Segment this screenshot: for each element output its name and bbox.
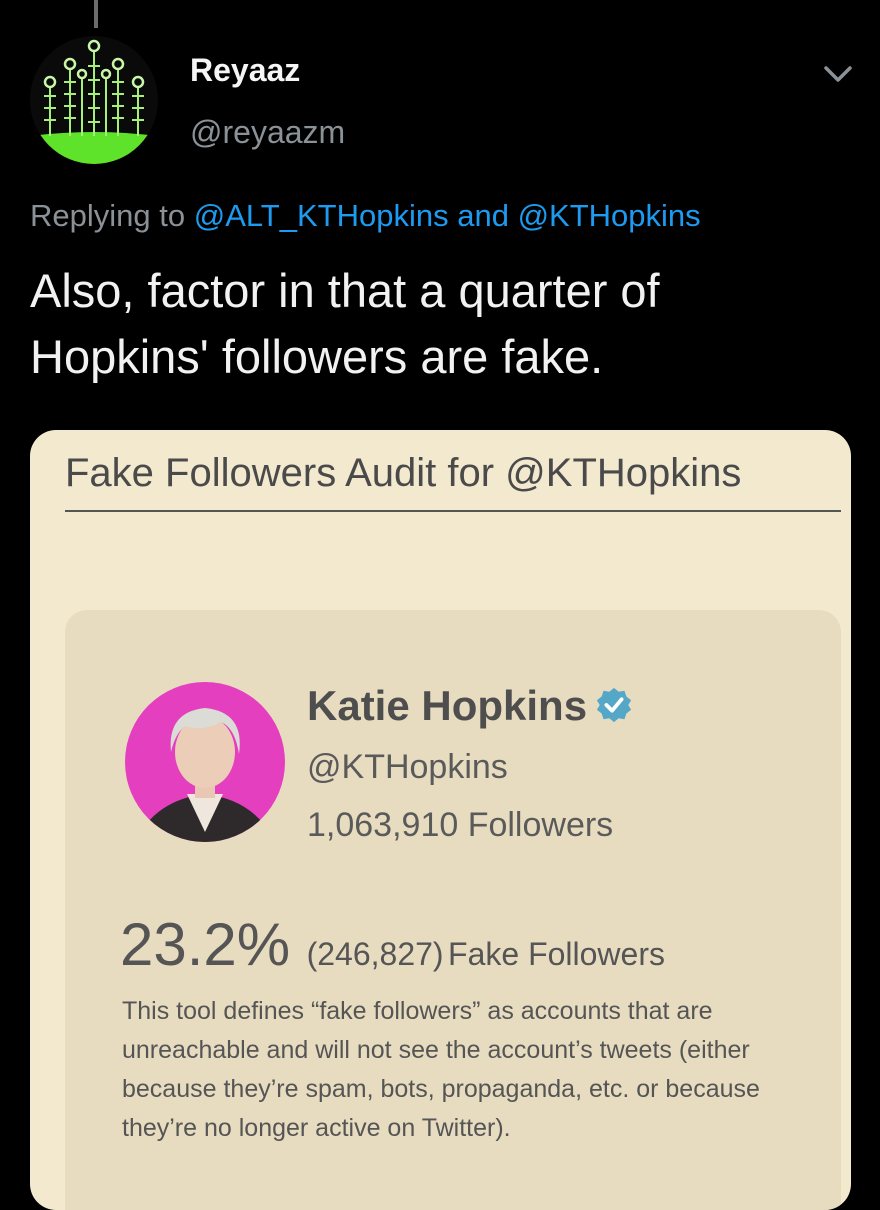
replying-to-line: Replying to @ALT_KTHopkins and @KTHopkin… (30, 198, 701, 234)
thread-connector-line (94, 0, 98, 28)
tweet-text: Also, factor in that a quarter of Hopkin… (30, 264, 660, 383)
profile-followers-count: 1,063,910 Followers (307, 806, 614, 844)
fake-followers-definition: This tool defines “fake followers” as ac… (122, 997, 760, 1142)
author-name[interactable]: Reyaaz (190, 52, 300, 89)
fake-label: Fake Followers (448, 936, 665, 972)
author-handle[interactable]: @reyaazm (190, 114, 345, 151)
profile-name: Katie Hopkins (307, 682, 633, 730)
author-avatar[interactable] (30, 36, 158, 164)
circuit-tree-avatar-icon (30, 36, 158, 164)
profile-handle: @KTHopkins (307, 748, 508, 786)
reply-mention-alt-kthopkins[interactable]: @ALT_KTHopkins (194, 198, 449, 233)
attached-image-card[interactable]: Fake Followers Audit for @KTHopkins Kati… (30, 430, 851, 1210)
chevron-down-icon[interactable] (818, 58, 858, 88)
verified-badge-icon (596, 687, 632, 723)
fake-followers-summary: 23.2% (246,827) Fake Followers (120, 910, 665, 979)
fake-percent: 23.2% (120, 911, 291, 978)
profile-name-text: Katie Hopkins (307, 682, 588, 729)
reply-conjunction: and (457, 198, 509, 233)
profile-photo (125, 682, 285, 842)
reply-mention-kthopkins[interactable]: @KTHopkins (518, 198, 701, 233)
audit-result-panel: Katie Hopkins @KTHopkins 1,063,910 Follo… (65, 610, 841, 1210)
fake-count: (246,827) (306, 936, 444, 972)
replying-to-label: Replying to (30, 198, 186, 233)
audit-title: Fake Followers Audit for @KTHopkins (65, 442, 841, 512)
